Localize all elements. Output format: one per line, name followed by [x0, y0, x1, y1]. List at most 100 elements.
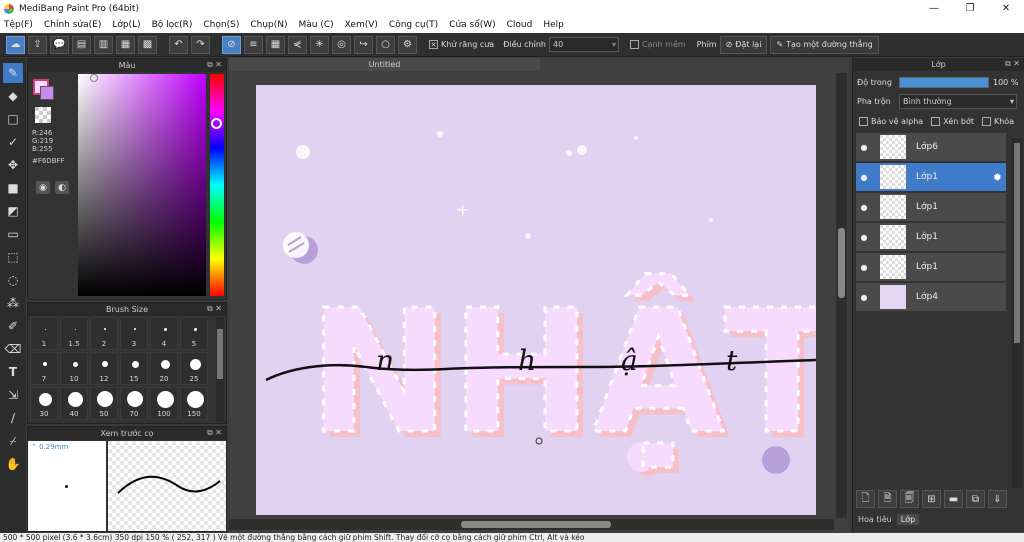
menu-snap[interactable]: Chụp(N): [250, 20, 287, 30]
eraser-tool-icon[interactable]: ◆: [3, 86, 23, 106]
menu-window[interactable]: Cửa sổ(W): [449, 20, 495, 30]
merge-layer-icon[interactable]: ⇓: [988, 490, 1007, 508]
new-layer-icon[interactable]: 🗋: [856, 490, 875, 508]
gear-icon[interactable]: ⚙: [398, 35, 417, 54]
hand-tool-icon[interactable]: ✋: [3, 454, 23, 474]
panel-close-icon[interactable]: ⧉ ✕: [207, 60, 222, 70]
panel-close-icon[interactable]: ⧉ ✕: [1005, 59, 1020, 69]
layer-row[interactable]: ● Lớp1: [856, 223, 1006, 252]
hue-cursor[interactable]: [211, 118, 222, 129]
fill-rect-tool-icon[interactable]: ■: [3, 178, 23, 198]
maximize-button[interactable]: ❐: [952, 0, 988, 17]
select-tool-icon[interactable]: ⬚: [3, 247, 23, 267]
select-eraser-icon[interactable]: ⌫: [3, 339, 23, 359]
vertical-scrollbar[interactable]: [836, 73, 847, 518]
divide-tool-icon[interactable]: ∕: [3, 408, 23, 428]
operation-tool-icon[interactable]: ⇲: [3, 385, 23, 405]
brush-scrollbar[interactable]: [216, 317, 224, 422]
adjust-input[interactable]: 40 ▾: [548, 37, 619, 52]
eye-icon[interactable]: ●: [856, 293, 872, 302]
reset-button[interactable]: ⊘ Đặt lại: [719, 35, 768, 54]
opacity-slider[interactable]: [899, 77, 989, 88]
eyedropper-icon[interactable]: ⌿: [3, 431, 23, 451]
panel-close-icon[interactable]: ⧉ ✕: [207, 428, 222, 438]
concentric-snap-icon[interactable]: ◎: [332, 35, 351, 54]
add-layer-menu-icon[interactable]: ⊞: [922, 490, 941, 508]
brush-size-option[interactable]: 40: [60, 387, 88, 420]
brush-size-option[interactable]: 15: [120, 352, 148, 385]
layer-row[interactable]: ● Lớp4: [856, 283, 1006, 312]
brush-size-option[interactable]: 12: [90, 352, 118, 385]
eye-icon[interactable]: ●: [856, 143, 872, 152]
layer-row[interactable]: ● Lớp1: [856, 253, 1006, 282]
duplicate-layer-icon[interactable]: ⧉: [966, 490, 985, 508]
tab-layers[interactable]: Lớp: [896, 514, 920, 525]
snap-off-icon[interactable]: ⊘: [222, 35, 241, 54]
brush-size-option[interactable]: 20: [150, 352, 178, 385]
brush-size-option[interactable]: 4: [150, 317, 178, 350]
transparent-swatch[interactable]: [35, 107, 51, 123]
palette-icon[interactable]: ◉: [36, 181, 50, 194]
menu-color[interactable]: Màu (C): [299, 20, 334, 30]
layer-row[interactable]: ● Lớp1: [856, 193, 1006, 222]
share-icon[interactable]: ⇪: [28, 35, 47, 54]
color-wheel-icon[interactable]: ◐: [55, 181, 69, 194]
saturation-value-picker[interactable]: [78, 74, 206, 296]
horizontal-scrollbar[interactable]: [229, 519, 834, 530]
redo-icon[interactable]: ↷: [191, 35, 210, 54]
bucket-tool-icon[interactable]: ◩: [3, 201, 23, 221]
grid-snap-icon[interactable]: ▦: [266, 35, 285, 54]
eye-icon[interactable]: ●: [856, 203, 872, 212]
dot-tool-icon[interactable]: ✓: [3, 132, 23, 152]
rect-tool-icon[interactable]: □: [3, 109, 23, 129]
move-tool-icon[interactable]: ✥: [3, 155, 23, 175]
brush-tool-icon[interactable]: ✎: [3, 63, 23, 83]
brush-size-option[interactable]: 1.5: [60, 317, 88, 350]
new-halftone-layer-icon[interactable]: 🗎: [878, 490, 897, 508]
soft-edge-checkbox[interactable]: Cạnh mềm: [629, 40, 686, 49]
menu-view[interactable]: Xem(V): [345, 20, 378, 30]
brush-scroll-thumb[interactable]: [217, 329, 223, 379]
brush-size-option[interactable]: 100: [150, 387, 178, 420]
close-button[interactable]: ✕: [988, 0, 1024, 17]
menu-select[interactable]: Chọn(S): [203, 20, 239, 30]
brush-size-option[interactable]: 25: [180, 352, 208, 385]
sv-cursor[interactable]: [90, 74, 98, 82]
curve-snap-icon[interactable]: ↪: [354, 35, 373, 54]
brush-size-option[interactable]: 2: [90, 317, 118, 350]
gradient-tool-icon[interactable]: ▭: [3, 224, 23, 244]
brush-size-option[interactable]: 150: [180, 387, 208, 420]
brush-size-option[interactable]: 3: [120, 317, 148, 350]
layer-scrollbar[interactable]: [1012, 138, 1022, 488]
parallel-snap-icon[interactable]: ≡: [244, 35, 263, 54]
brush-size-option[interactable]: 7: [30, 352, 58, 385]
eye-icon[interactable]: ●: [856, 263, 872, 272]
new-8bit-layer-icon[interactable]: 🗐: [900, 490, 919, 508]
straight-line-button[interactable]: ✎ Tạo một đường thẳng: [770, 35, 879, 54]
protect-alpha-checkbox[interactable]: Bảo vệ alpha: [859, 117, 923, 126]
eye-icon[interactable]: ●: [856, 233, 872, 242]
burst-snap-icon[interactable]: ✳: [310, 35, 329, 54]
document-tab[interactable]: Untitled: [229, 58, 540, 71]
layer-row[interactable]: ● Lớp1 ✹: [856, 163, 1006, 192]
menu-layer[interactable]: Lớp(L): [112, 20, 140, 30]
brush-size-option[interactable]: 10: [60, 352, 88, 385]
brush-size-option[interactable]: 30: [30, 387, 58, 420]
chat-icon[interactable]: ▤: [72, 35, 91, 54]
undo-icon[interactable]: ↶: [169, 35, 188, 54]
brush-size-option[interactable]: 1: [30, 317, 58, 350]
menu-edit[interactable]: Chỉnh sửa(E): [44, 20, 101, 30]
antialias-checkbox[interactable]: ✕ Khử răng cưa: [429, 40, 494, 49]
lasso-tool-icon[interactable]: ◌: [3, 270, 23, 290]
select-pen-icon[interactable]: ✐: [3, 316, 23, 336]
layer-row[interactable]: ● Lớp6: [856, 133, 1006, 162]
minimize-button[interactable]: —: [916, 0, 952, 17]
vertical-scroll-thumb[interactable]: [838, 228, 845, 298]
eye-icon[interactable]: ●: [856, 173, 872, 182]
magic-wand-icon[interactable]: ⁂: [3, 293, 23, 313]
layer-scroll-thumb[interactable]: [1014, 143, 1020, 343]
brush-size-option[interactable]: 50: [90, 387, 118, 420]
page-icon[interactable]: ▥: [94, 35, 113, 54]
tile-icon[interactable]: ▩: [138, 35, 157, 54]
circle-snap-icon[interactable]: ○: [376, 35, 395, 54]
